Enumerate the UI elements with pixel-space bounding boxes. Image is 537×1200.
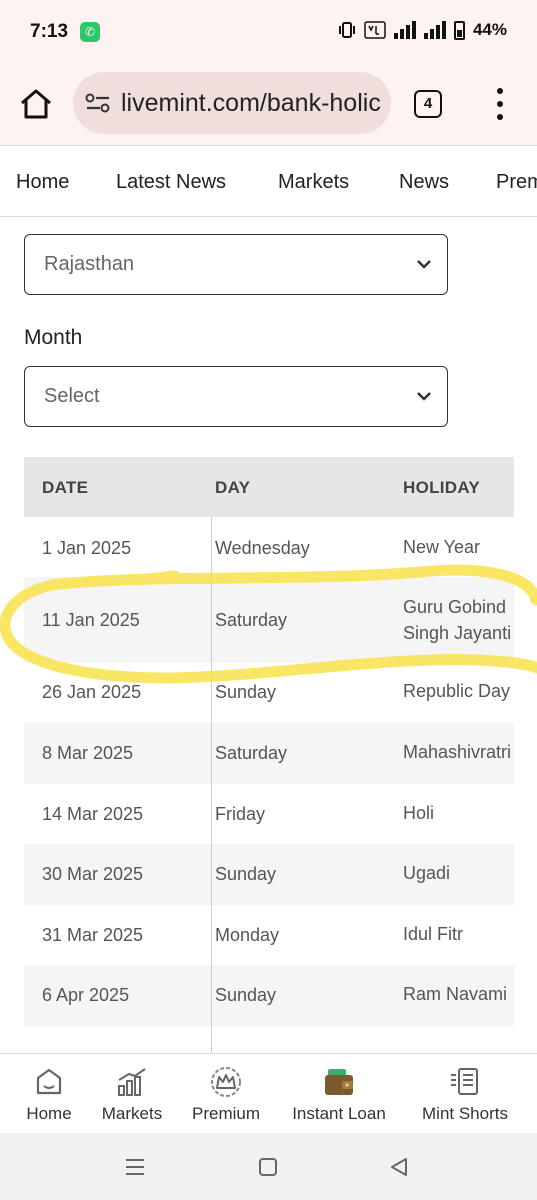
vibrate-icon xyxy=(338,22,355,38)
nav-item-latest-news[interactable]: Latest News xyxy=(116,171,226,194)
browser-menu-icon[interactable] xyxy=(490,88,510,120)
header-holiday: HOLIDAY xyxy=(403,478,481,497)
cell-date: 6 Apr 2025 xyxy=(42,985,130,1005)
signal-4g-icon xyxy=(393,21,416,39)
month-select-value: Select xyxy=(44,385,100,407)
site-nav: Home Latest News Markets News Prem xyxy=(0,147,537,217)
cell-date: 14 Mar 2025 xyxy=(42,804,144,824)
url-text[interactable]: livemint.com/bank-holic xyxy=(121,89,381,118)
cell-day: Saturday xyxy=(215,743,288,763)
cell-holiday: Republic Day xyxy=(403,681,511,701)
volte-icon xyxy=(364,21,386,39)
table-row: 11 Jan 2025 Saturday Guru Gobind Singh J… xyxy=(24,577,514,663)
nav-item-premium[interactable]: Prem xyxy=(496,171,537,194)
cell-date: 11 Jan 2025 xyxy=(42,610,140,630)
table-header: DATE DAY HOLIDAY xyxy=(24,457,514,517)
tab-switcher-button[interactable]: 4 xyxy=(414,90,442,118)
status-time: 7:13 xyxy=(30,21,69,42)
browser-home-icon[interactable] xyxy=(18,86,54,122)
recent-apps-icon[interactable] xyxy=(124,1157,146,1177)
cell-date: 30 Mar 2025 xyxy=(42,864,144,884)
nav-item-news[interactable]: News xyxy=(399,171,449,194)
bottom-nav-label: Premium xyxy=(191,1104,260,1123)
table-row: 8 Mar 2025 Saturday Mahashivratri xyxy=(24,723,514,784)
month-select[interactable]: Select xyxy=(24,366,448,427)
table-row: 31 Mar 2025 Monday Idul Fitr xyxy=(24,905,514,965)
chevron-down-icon xyxy=(417,392,431,401)
chevron-down-icon xyxy=(417,260,431,269)
cell-date: 31 Mar 2025 xyxy=(42,925,144,945)
battery-percent: 44% xyxy=(472,20,507,39)
cell-holiday: Ugadi xyxy=(403,863,451,883)
phone-call-icon: ✆ xyxy=(80,22,100,42)
table-row: 14 Mar 2025 Friday Holi xyxy=(24,784,514,844)
home-icon xyxy=(36,1068,62,1095)
cell-date: 26 Jan 2025 xyxy=(42,682,142,702)
premium-crown-icon xyxy=(211,1067,241,1097)
cell-date: 8 Mar 2025 xyxy=(42,743,134,763)
shorts-icon xyxy=(451,1068,478,1095)
cell-holiday: Ram Navami xyxy=(403,984,508,1004)
header-date: DATE xyxy=(42,478,89,497)
home-button-icon[interactable] xyxy=(258,1157,278,1177)
state-select-value: Rajasthan xyxy=(44,253,135,275)
bottom-nav-mint-shorts[interactable]: Mint Shorts xyxy=(410,1054,520,1134)
android-nav-bar xyxy=(0,1133,537,1200)
cell-day: Sunday xyxy=(215,864,277,884)
cell-holiday: Guru Gobind Singh Jayanti xyxy=(403,597,512,643)
status-indicators: 44% xyxy=(338,20,507,40)
month-label: Month xyxy=(24,326,83,349)
wallet-icon xyxy=(325,1069,353,1095)
bottom-nav-markets[interactable]: Markets xyxy=(94,1054,170,1134)
cell-day: Sunday xyxy=(215,985,277,1005)
cell-day: Wednesday xyxy=(215,538,310,558)
bottom-nav-home[interactable]: Home xyxy=(14,1054,84,1134)
cell-holiday: Holi xyxy=(403,803,435,823)
page: 7:13 ✆ 44% livemint.com/bank-holic 4 Hom… xyxy=(0,0,537,1200)
nav-item-home[interactable]: Home xyxy=(16,171,69,194)
table-row: 6 Apr 2025 Sunday Ram Navami xyxy=(24,965,514,1026)
back-icon[interactable] xyxy=(388,1156,410,1178)
table-row: 26 Jan 2025 Sunday Republic Day xyxy=(24,663,514,723)
address-bar[interactable]: livemint.com/bank-holic xyxy=(73,72,391,134)
battery-icon xyxy=(453,20,465,40)
cell-day: Saturday xyxy=(215,610,288,630)
cell-holiday: New Year xyxy=(403,537,481,557)
cell-day: Monday xyxy=(215,925,280,945)
bottom-nav-label: Home xyxy=(26,1104,72,1123)
cell-day: Sunday xyxy=(215,682,277,702)
holiday-table: DATE DAY HOLIDAY 1 Jan 2025 Wednesday Ne… xyxy=(24,457,514,1026)
table-row: 30 Mar 2025 Sunday Ugadi xyxy=(24,844,514,905)
header-day: DAY xyxy=(215,478,251,497)
cell-holiday: Idul Fitr xyxy=(403,924,464,944)
bottom-nav-premium[interactable]: Premium xyxy=(186,1054,266,1134)
site-settings-icon[interactable] xyxy=(85,92,111,114)
cell-holiday: Mahashivratri xyxy=(403,742,512,762)
bottom-nav-label: Mint Shorts xyxy=(422,1104,508,1123)
nav-item-markets[interactable]: Markets xyxy=(278,171,349,194)
browser-toolbar: livemint.com/bank-holic 4 xyxy=(0,64,537,146)
state-select[interactable]: Rajasthan xyxy=(24,234,448,295)
bottom-nav-label: Markets xyxy=(101,1104,163,1123)
signal-icon xyxy=(423,21,446,39)
bottom-nav-instant-loan[interactable]: Instant Loan xyxy=(284,1054,394,1134)
cell-day: Friday xyxy=(215,804,266,824)
bottom-nav-label: Instant Loan xyxy=(292,1104,386,1123)
cell-date: 1 Jan 2025 xyxy=(42,538,132,558)
status-bar: 7:13 ✆ 44% xyxy=(0,0,537,64)
table-row: 1 Jan 2025 Wednesday New Year xyxy=(24,517,514,577)
markets-chart-icon xyxy=(118,1068,146,1096)
bottom-nav: Home Markets Premium Instant Loan Mint S… xyxy=(0,1053,537,1133)
column-divider xyxy=(211,517,212,1057)
